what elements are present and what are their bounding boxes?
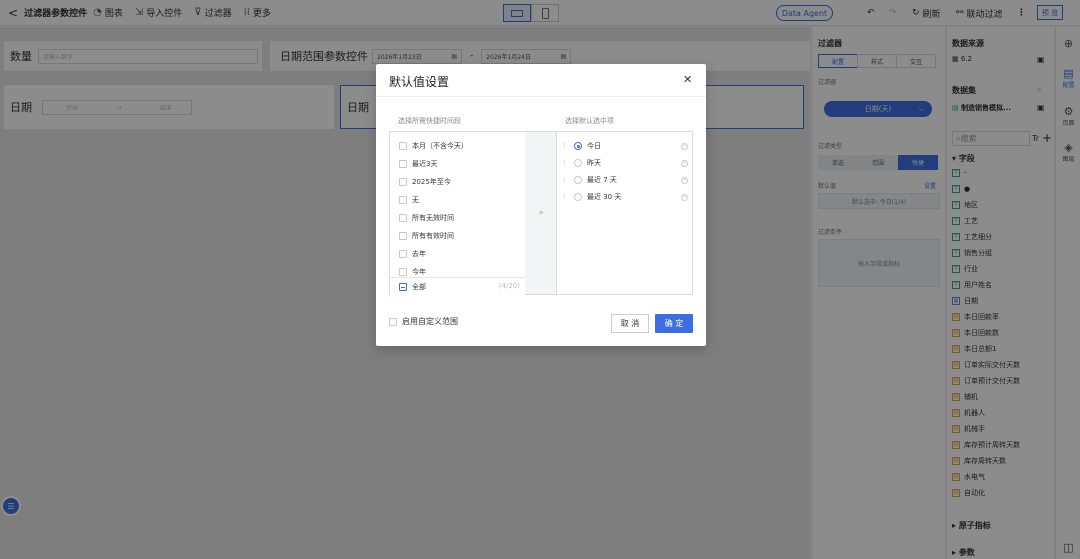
left-column-header: 选择所需快捷时间段 xyxy=(398,117,461,125)
quick-range-option[interactable]: 最近3天 xyxy=(399,158,437,170)
drag-handle-icon[interactable]: ⁞⁞ xyxy=(563,193,569,201)
checkbox-icon xyxy=(399,214,407,222)
checkbox-icon xyxy=(399,178,407,186)
checkbox-icon xyxy=(399,196,407,204)
select-all-checkbox[interactable]: 全部 xyxy=(399,281,426,293)
radio-icon xyxy=(574,142,582,150)
remove-icon[interactable]: ✕ xyxy=(681,142,688,150)
default-option[interactable]: ⁞⁞ 最近 30 天 ✕ xyxy=(563,191,688,203)
drag-handle-icon[interactable]: ⁞⁞ xyxy=(563,142,569,150)
dialog-title: 默认值设置 xyxy=(389,75,450,89)
checkbox-icon xyxy=(399,232,407,240)
drag-handle-icon[interactable]: ⁞⁞ xyxy=(563,176,569,184)
default-value-dialog: 默认值设置 ✕ 选择所需快捷时间段 选择默认选中项 本月（不含今天） 最近3天 20… xyxy=(376,64,706,346)
custom-range-checkbox[interactable]: 启用自定义范围 xyxy=(389,316,458,327)
quick-range-option[interactable]: 去年 xyxy=(399,248,426,260)
default-option[interactable]: ⁞⁞ 今日 ✕ xyxy=(563,140,688,152)
checkbox-icon xyxy=(399,250,407,258)
close-icon[interactable]: ✕ xyxy=(683,73,692,86)
select-all-row: 全部 (4/20) xyxy=(390,277,525,295)
default-option[interactable]: ⁞⁞ 昨天 ✕ xyxy=(563,157,688,169)
quick-range-option[interactable]: 本月（不含今天） xyxy=(399,140,468,152)
cancel-button[interactable]: 取 消 xyxy=(611,314,649,333)
checkbox-icon xyxy=(399,268,407,276)
remove-icon[interactable]: ✕ xyxy=(681,176,688,184)
quick-range-option[interactable]: 所有无效时间 xyxy=(399,212,454,224)
default-selection-list: ⁞⁞ 今日 ✕ ⁞⁞ 昨天 ✕ ⁞⁞ 最近 7 天 ✕ ⁞⁞ 最近 30 天 ✕ xyxy=(556,131,693,295)
quick-range-option[interactable]: 2025年至今 xyxy=(399,176,451,188)
confirm-button[interactable]: 确 定 xyxy=(655,314,693,333)
right-column-header: 选择默认选中项 xyxy=(565,117,614,125)
drag-handle-icon[interactable]: ⁞⁞ xyxy=(563,159,569,167)
default-option[interactable]: ⁞⁞ 最近 7 天 ✕ xyxy=(563,174,688,186)
remove-icon[interactable]: ✕ xyxy=(681,193,688,201)
quick-range-option[interactable]: 无 xyxy=(399,194,419,206)
transfer-arrow-icon[interactable]: » xyxy=(525,131,557,295)
divider xyxy=(376,96,706,97)
checkbox-icon xyxy=(389,317,397,326)
radio-icon xyxy=(574,159,582,167)
checkbox-icon xyxy=(399,160,407,168)
select-count: (4/20) xyxy=(498,282,520,290)
remove-icon[interactable]: ✕ xyxy=(681,159,688,167)
quick-range-list: 本月（不含今天） 最近3天 2025年至今无所有无效时间 所有有效时间 去年 今年 全部 … xyxy=(389,131,526,295)
quick-range-option[interactable]: 所有有效时间 xyxy=(399,230,454,242)
checkbox-indeterminate-icon xyxy=(399,283,407,291)
checkbox-icon xyxy=(399,142,407,150)
radio-icon xyxy=(574,176,582,184)
radio-icon xyxy=(574,193,582,201)
